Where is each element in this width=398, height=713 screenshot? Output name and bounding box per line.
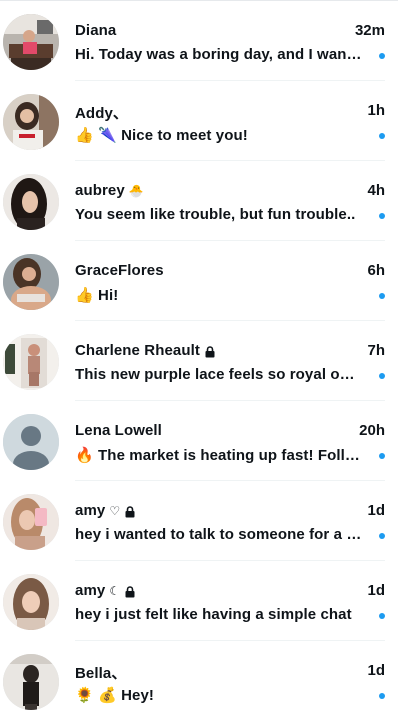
conversation-name: aubrey 🐣 <box>75 182 144 199</box>
unread-indicator <box>379 533 385 539</box>
conversation-time: 1h <box>367 102 385 119</box>
message-preview: You seem like trouble, but fun trouble.. <box>75 206 356 223</box>
conversation-row-amy-heart[interactable]: amy ♡ 1d hey i wanted to talk to someone… <box>0 481 398 561</box>
conversation-name: GraceFlores <box>75 262 164 279</box>
conversation-row-graceflores[interactable]: GraceFlores 6h 👍 Hi! <box>0 241 398 321</box>
unread-indicator <box>379 613 385 619</box>
conversation-row-amy-moon[interactable]: amy ☾ 1d hey i just felt like having a s… <box>0 561 398 641</box>
unread-indicator <box>379 213 385 219</box>
avatar[interactable] <box>3 14 59 70</box>
conversation-row-aubrey[interactable]: aubrey 🐣 4h You seem like trouble, but f… <box>0 161 398 241</box>
avatar[interactable] <box>3 94 59 150</box>
conversation-row-diana[interactable]: Diana 32m Hi. Today was a boring day, an… <box>0 1 398 81</box>
unread-indicator <box>379 133 385 139</box>
avatar[interactable] <box>3 254 59 310</box>
conversation-name: amy ♡ <box>75 502 135 519</box>
avatar[interactable] <box>3 494 59 550</box>
message-preview: hey i wanted to talk to someone for a bi… <box>75 526 363 543</box>
unread-indicator <box>379 293 385 299</box>
unread-indicator <box>379 53 385 59</box>
conversation-time: 1d <box>367 582 385 599</box>
lock-icon <box>205 345 215 357</box>
message-preview: 🔥 The market is heating up fast! Follow <box>75 447 363 464</box>
unread-indicator <box>379 693 385 699</box>
avatar[interactable] <box>3 334 59 390</box>
conversation-row-bella[interactable]: Bella、 1d 🌻 💰 Hey! <box>0 641 398 713</box>
message-preview: This new purple lace feels so royal on m… <box>75 366 363 383</box>
conversation-time: 1d <box>367 502 385 519</box>
lock-icon <box>125 505 135 517</box>
chick-icon: 🐣 <box>128 183 144 198</box>
conversation-time: 32m <box>354 22 385 39</box>
message-preview: 🌻 💰 Hey! <box>75 687 155 704</box>
conversation-name: Addy、 <box>75 105 129 122</box>
avatar[interactable] <box>3 174 59 230</box>
conversation-time: 1d <box>367 662 385 679</box>
moon-icon: ☾ <box>109 583 121 598</box>
conversation-name: Charlene Rheault <box>75 342 215 359</box>
message-preview: 👍 🌂 Nice to meet you! <box>75 127 248 144</box>
unread-indicator <box>379 373 385 379</box>
conversation-name: amy ☾ <box>75 582 135 599</box>
conversation-name: Diana <box>75 22 117 39</box>
conversation-time: 4h <box>367 182 385 199</box>
conversation-list: Diana 32m Hi. Today was a boring day, an… <box>0 0 398 713</box>
conversation-time: 7h <box>367 342 385 359</box>
conversation-time: 6h <box>367 262 385 279</box>
conversation-row-charlene-rheault[interactable]: Charlene Rheault 7h This new purple lace… <box>0 321 398 401</box>
conversation-name: Lena Lowell <box>75 422 162 439</box>
avatar[interactable] <box>3 654 59 710</box>
unread-indicator <box>379 453 385 459</box>
conversation-row-lena-lowell[interactable]: Lena Lowell 20h 🔥 The market is heating … <box>0 401 398 481</box>
message-preview: 👍 Hi! <box>75 287 119 304</box>
conversation-time: 20h <box>359 422 385 439</box>
heart-icon: ♡ <box>109 503 121 518</box>
message-preview: Hi. Today was a boring day, and I wanted… <box>75 46 363 63</box>
conversation-name: Bella、 <box>75 665 127 682</box>
avatar[interactable] <box>3 414 59 470</box>
message-preview: hey i just felt like having a simple cha… <box>75 606 352 623</box>
lock-icon <box>125 585 135 597</box>
conversation-row-addy[interactable]: Addy、 1h 👍 🌂 Nice to meet you! <box>0 81 398 161</box>
avatar[interactable] <box>3 574 59 630</box>
